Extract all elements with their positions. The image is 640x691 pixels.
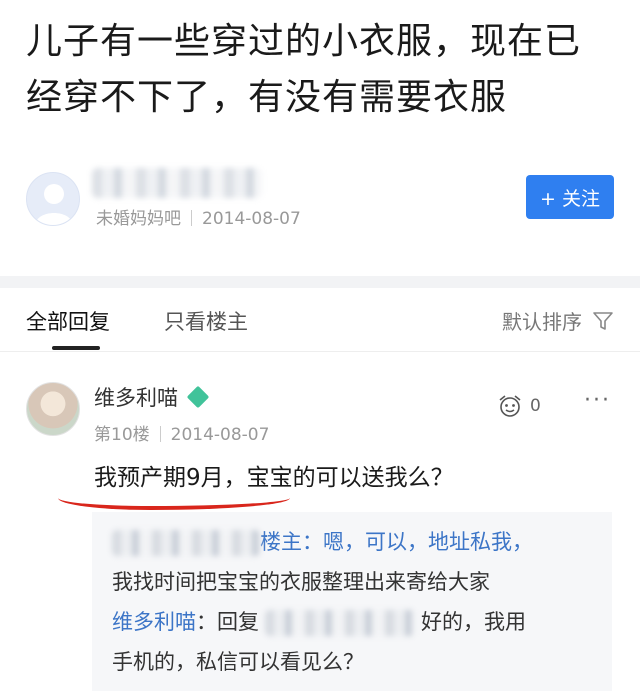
- filter-icon: [593, 311, 613, 330]
- like-button[interactable]: 0: [496, 394, 541, 418]
- reply-content: 我预产期9月，宝宝的可以送我么？: [94, 465, 454, 491]
- sort-control[interactable]: 默认排序: [502, 306, 614, 335]
- reply-meta: 第10楼 2014-08-07: [94, 420, 269, 445]
- member-diamond-icon: [186, 385, 210, 409]
- like-count: 0: [530, 396, 541, 416]
- sub-reply-1-line-1: 楼主：嗯，可以，地址私我，: [112, 526, 533, 556]
- username-obscured: [112, 530, 260, 556]
- reply-item: 维多利喵 第10楼 2014-08-07 0 ··· 我预产期9月，宝宝的可以送我…: [0, 360, 640, 691]
- sub-reply-text-tail: 好的，我用: [421, 610, 526, 634]
- reply-date: 2014-08-07: [170, 425, 270, 445]
- sub-reply-owner-text: 楼主：嗯，可以，地址私我，: [260, 530, 533, 554]
- meta-divider: [159, 426, 161, 442]
- sub-reply-username[interactable]: 维多利喵: [112, 610, 196, 634]
- sub-reply-reply-label: ：回复: [196, 610, 259, 634]
- like-face-icon: [499, 395, 521, 417]
- username-obscured: [265, 610, 415, 636]
- active-tab-indicator: [52, 346, 100, 350]
- author-avatar[interactable]: [26, 172, 80, 226]
- tab-all-replies[interactable]: 全部回复: [26, 306, 110, 336]
- reply-floor: 第10楼: [94, 425, 150, 445]
- sort-label: 默认排序: [502, 310, 582, 334]
- post-title: 儿子有一些穿过的小衣服，现在已经穿不下了，有没有需要衣服: [26, 21, 582, 118]
- red-highlight-underline: [58, 498, 290, 510]
- reply-tabs: 全部回复 只看楼主 默认排序: [0, 288, 640, 352]
- sub-reply-box: 楼主：嗯，可以，地址私我， 我找时间把宝宝的衣服整理出来寄给大家 维多利喵：回复…: [92, 512, 612, 691]
- meta-divider: [191, 210, 192, 226]
- section-divider: [0, 276, 640, 288]
- author-row: 未婚妈妈吧 2014-08-07 + 关注: [0, 168, 640, 248]
- sub-reply-1-line-2: 我找时间把宝宝的衣服整理出来寄给大家: [112, 570, 490, 594]
- follow-button[interactable]: + 关注: [526, 175, 614, 219]
- tab-owner-only[interactable]: 只看楼主: [164, 306, 248, 336]
- reply-username[interactable]: 维多利喵: [94, 382, 210, 412]
- sub-reply-2-line-1: 维多利喵：回复 好的，我用: [112, 606, 526, 636]
- sub-reply-2-line-2: 手机的，私信可以看见么？: [112, 650, 364, 674]
- author-meta: 未婚妈妈吧 2014-08-07: [96, 204, 301, 229]
- forum-name[interactable]: 未婚妈妈吧: [96, 209, 181, 229]
- default-avatar-icon: [35, 184, 73, 225]
- post-date: 2014-08-07: [202, 209, 301, 229]
- reply-avatar[interactable]: [26, 382, 80, 436]
- more-options-icon[interactable]: ···: [584, 388, 611, 413]
- author-name-obscured: [92, 168, 262, 198]
- reply-username-text: 维多利喵: [94, 386, 178, 410]
